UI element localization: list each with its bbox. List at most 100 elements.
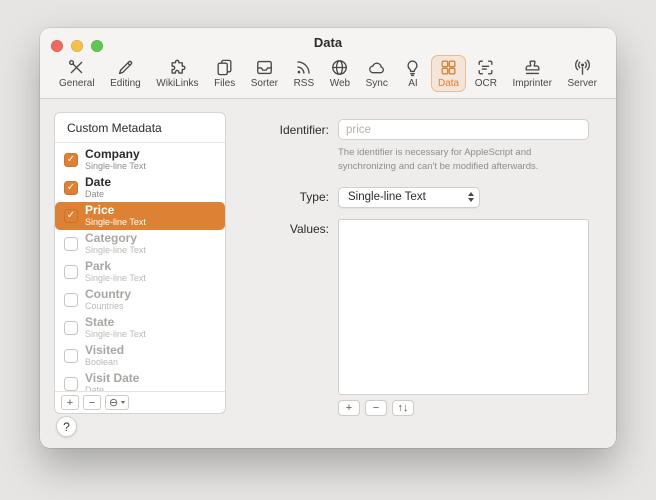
metadata-row-text: Visit DateDate <box>85 372 139 391</box>
type-select-value: Single-line Text <box>348 191 426 203</box>
tools-icon <box>67 58 86 77</box>
zoom-button[interactable] <box>91 40 103 52</box>
metadata-checkbox[interactable]: ✓ <box>64 209 78 223</box>
toolbar-item-web[interactable]: Web <box>323 55 357 92</box>
close-button[interactable] <box>51 40 63 52</box>
toolbar-item-sync[interactable]: Sync <box>359 55 395 92</box>
type-label: Type: <box>239 190 329 204</box>
toolbar-item-rss[interactable]: RSS <box>287 55 322 92</box>
metadata-row-text: StateSingle-line Text <box>85 316 146 339</box>
toolbar-item-label: General <box>59 78 95 89</box>
reorder-values-button[interactable]: ↑↓ <box>392 400 414 416</box>
toolbar-item-files[interactable]: Files <box>207 55 242 92</box>
metadata-row-state[interactable]: StateSingle-line Text <box>55 314 225 342</box>
titlebar: Data General Editing WikiLinks Files Sorter R… <box>40 28 616 99</box>
metadata-action-menu-button[interactable]: ⊖ <box>105 395 129 410</box>
tray-icon <box>255 58 274 77</box>
metadata-type: Boolean <box>85 358 124 367</box>
lightbulb-icon <box>403 58 422 77</box>
metadata-type: Single-line Text <box>85 330 146 339</box>
values-label: Values: <box>239 222 329 236</box>
metadata-type: Date <box>85 190 111 199</box>
identifier-label: Identifier: <box>239 123 329 137</box>
window-title: Data <box>40 34 616 52</box>
grid-icon <box>439 58 458 77</box>
remove-value-button[interactable]: − <box>365 400 387 416</box>
toolbar-item-label: Sorter <box>251 78 278 89</box>
ocr-icon <box>476 58 495 77</box>
toolbar-item-ocr[interactable]: OCR <box>468 55 504 92</box>
metadata-row-visited[interactable]: VisitedBoolean <box>55 342 225 370</box>
toolbar-item-ai[interactable]: AI <box>396 55 429 92</box>
metadata-row-text: PriceSingle-line Text <box>85 204 146 227</box>
metadata-row-company[interactable]: ✓ CompanySingle-line Text <box>55 146 225 174</box>
values-footer: +−↑↓ <box>338 400 589 416</box>
values-list[interactable] <box>338 219 589 395</box>
toolbar-item-label: WikiLinks <box>156 78 198 89</box>
rss-icon <box>294 58 313 77</box>
metadata-checkbox[interactable] <box>64 349 78 363</box>
preferences-toolbar: General Editing WikiLinks Files Sorter RSS Web… <box>40 52 616 98</box>
toolbar-item-editing[interactable]: Editing <box>103 55 148 92</box>
toolbar-item-label: Server <box>568 78 597 89</box>
metadata-checkbox[interactable] <box>64 377 78 391</box>
metadata-row-text: CompanySingle-line Text <box>85 148 146 171</box>
metadata-name: Park <box>85 260 146 273</box>
help-button[interactable]: ? <box>56 416 77 437</box>
metadata-checkbox[interactable] <box>64 265 78 279</box>
type-select[interactable]: Single-line Text <box>338 187 480 208</box>
metadata-checkbox[interactable]: ✓ <box>64 153 78 167</box>
metadata-row-country[interactable]: CountryCountries <box>55 286 225 314</box>
toolbar-item-label: AI <box>408 78 417 89</box>
metadata-name: Price <box>85 204 146 217</box>
preferences-window: Data General Editing WikiLinks Files Sorter R… <box>40 28 616 448</box>
traffic-lights <box>51 40 103 52</box>
toolbar-item-general[interactable]: General <box>52 55 102 92</box>
metadata-type: Single-line Text <box>85 274 146 283</box>
toolbar-item-label: Data <box>438 78 459 89</box>
antenna-icon <box>573 58 592 77</box>
metadata-row-category[interactable]: CategorySingle-line Text <box>55 230 225 258</box>
identifier-field[interactable] <box>338 119 589 140</box>
metadata-name: Visited <box>85 344 124 357</box>
chevron-down-icon <box>121 401 125 404</box>
toolbar-item-wikilinks[interactable]: WikiLinks <box>149 55 205 92</box>
metadata-row-park[interactable]: ParkSingle-line Text <box>55 258 225 286</box>
metadata-type: Single-line Text <box>85 218 146 227</box>
metadata-row-price[interactable]: ✓ PriceSingle-line Text <box>55 202 225 230</box>
metadata-checkbox[interactable]: ✓ <box>64 181 78 195</box>
metadata-name: State <box>85 316 146 329</box>
toolbar-item-sorter[interactable]: Sorter <box>244 55 285 92</box>
custom-metadata-footer: +−⊖ <box>55 391 225 413</box>
metadata-type: Countries <box>85 302 131 311</box>
metadata-checkbox[interactable] <box>64 237 78 251</box>
puzzle-icon <box>168 58 187 77</box>
metadata-row-text: VisitedBoolean <box>85 344 124 367</box>
add-metadata-button[interactable]: + <box>61 395 79 410</box>
metadata-name: Category <box>85 232 146 245</box>
toolbar-item-label: Web <box>330 78 350 89</box>
toolbar-item-imprinter[interactable]: Imprinter <box>505 55 558 92</box>
metadata-row-visit-date[interactable]: Visit DateDate <box>55 370 225 391</box>
metadata-checkbox[interactable] <box>64 321 78 335</box>
metadata-row-text: CategorySingle-line Text <box>85 232 146 255</box>
metadata-checkbox[interactable] <box>64 293 78 307</box>
metadata-row-date[interactable]: ✓ DateDate <box>55 174 225 202</box>
toolbar-item-data[interactable]: Data <box>431 55 466 92</box>
toolbar-item-server[interactable]: Server <box>561 55 604 92</box>
remove-metadata-button[interactable]: − <box>83 395 101 410</box>
custom-metadata-panel: Custom Metadata ✓ CompanySingle-line Text… <box>54 112 226 414</box>
metadata-row-text: CountryCountries <box>85 288 131 311</box>
toolbar-item-label: Imprinter <box>512 78 551 89</box>
add-value-button[interactable]: + <box>338 400 360 416</box>
metadata-row-text: ParkSingle-line Text <box>85 260 146 283</box>
globe-icon <box>330 58 349 77</box>
minimize-button[interactable] <box>71 40 83 52</box>
toolbar-item-label: Sync <box>366 78 388 89</box>
pencil-icon <box>116 58 135 77</box>
metadata-type: Single-line Text <box>85 162 146 171</box>
cloud-icon <box>367 58 386 77</box>
custom-metadata-header: Custom Metadata <box>55 113 225 143</box>
metadata-name: Date <box>85 176 111 189</box>
metadata-name: Country <box>85 288 131 301</box>
